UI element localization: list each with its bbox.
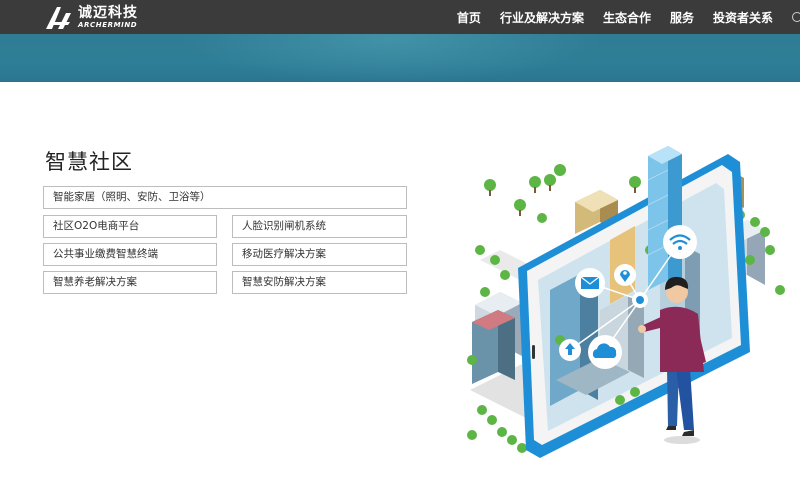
main-nav: 首页 行业及解决方案 生态合作 服务 投资者关系	[457, 0, 800, 34]
nav-item-solutions[interactable]: 行业及解决方案	[500, 9, 584, 26]
building-left-red	[472, 310, 515, 384]
nav-item-ecosystem[interactable]: 生态合作	[603, 9, 651, 26]
logo-mark-icon	[46, 7, 71, 29]
solution-item-security[interactable]: 智慧安防解决方案	[232, 271, 407, 294]
solution-item-mobile-health[interactable]: 移动医疗解决方案	[232, 243, 407, 266]
upload-icon	[559, 339, 581, 361]
location-icon	[614, 264, 636, 286]
top-navigation-bar: 诚迈科技 ARCHERMIND 首页 行业及解决方案 生态合作 服务 投资者关系	[0, 0, 800, 34]
company-logo[interactable]: 诚迈科技 ARCHERMIND	[44, 4, 138, 30]
hero-banner	[0, 34, 800, 82]
tablet-device	[518, 154, 750, 458]
logo-english-name: ARCHERMIND	[78, 20, 138, 29]
smart-community-illustration	[467, 146, 785, 458]
solution-item-face-gate[interactable]: 人脸识别闸机系统	[232, 215, 407, 238]
nav-item-services[interactable]: 服务	[670, 9, 694, 26]
banner-glow	[180, 34, 600, 82]
section-title: 智慧社区	[45, 150, 133, 174]
solution-item-smart-home[interactable]: 智能家居（照明、安防、卫浴等）	[43, 186, 407, 209]
cloud-icon	[588, 335, 622, 369]
nav-item-home[interactable]: 首页	[457, 9, 481, 26]
mail-icon	[575, 268, 605, 298]
glass-tower	[647, 146, 682, 290]
logo-chinese-name: 诚迈科技	[78, 4, 138, 21]
nav-item-investors[interactable]: 投资者关系	[713, 9, 773, 26]
wifi-icon	[663, 225, 697, 259]
solution-item-payment-terminal[interactable]: 公共事业缴费智慧终端	[43, 243, 217, 266]
globe-icon[interactable]	[792, 12, 800, 22]
solution-item-o2o-platform[interactable]: 社区O2O电商平台	[43, 215, 217, 238]
touch-node	[632, 292, 648, 308]
solution-item-elderly-care[interactable]: 智慧养老解决方案	[43, 271, 217, 294]
